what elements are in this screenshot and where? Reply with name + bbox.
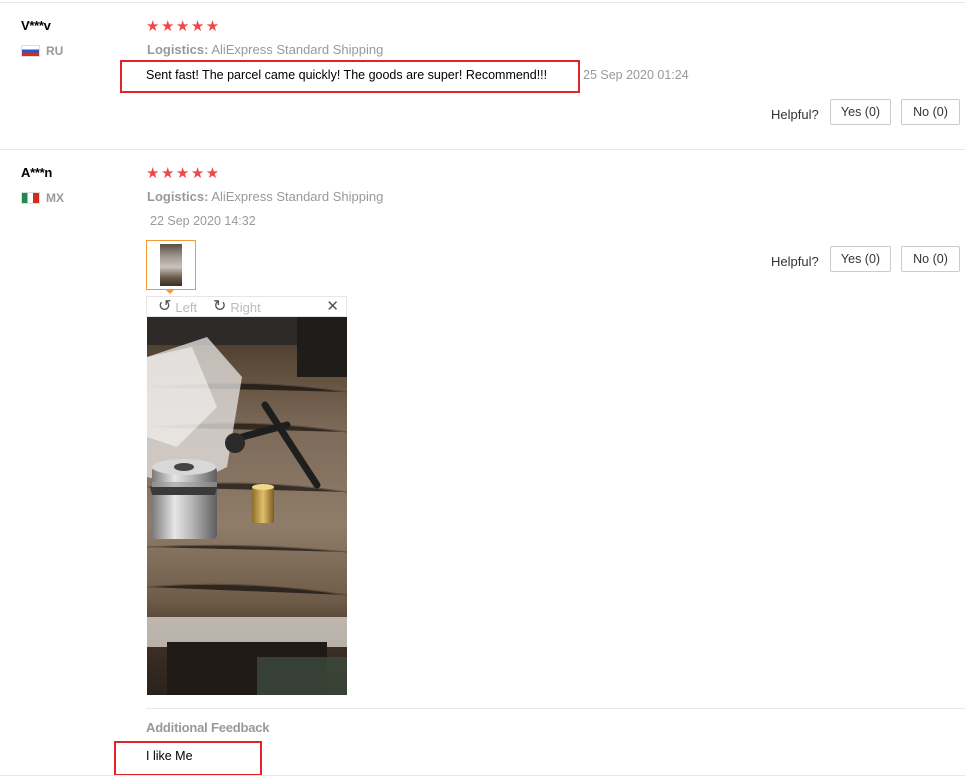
reviewer-country: RU — [21, 44, 63, 58]
rotate-right-label: Right — [230, 299, 261, 315]
helpful-no-button[interactable]: No (0) — [901, 99, 960, 125]
helpful-no-button[interactable]: No (0) — [901, 246, 960, 272]
logistics-value: AliExpress Standard Shipping — [211, 189, 384, 204]
rotate-left-icon: ↺ — [158, 298, 172, 315]
reviewer-name: V***v — [21, 18, 51, 33]
logistics-info: Logistics: AliExpress Standard Shipping — [147, 189, 383, 204]
logistics-value: AliExpress Standard Shipping — [211, 42, 384, 57]
flag-mx-icon — [21, 192, 40, 204]
reviewer-country: MX — [21, 191, 64, 205]
photo-thumbnail[interactable] — [146, 240, 196, 290]
rotate-right-icon: ↻ — [213, 298, 227, 315]
review-photo[interactable] — [147, 317, 347, 695]
highlight-box — [120, 60, 580, 93]
divider — [0, 2, 965, 3]
thumbnail-image — [160, 244, 182, 286]
close-icon[interactable]: ✕ — [326, 297, 339, 315]
review-photo-image — [147, 317, 347, 695]
country-code: MX — [46, 191, 64, 205]
image-viewer-toolbar: ↺ Left ↻ Right ✕ — [146, 296, 347, 317]
rotate-right-button[interactable]: ↻ Right — [213, 299, 261, 315]
logistics-label: Logistics: — [147, 189, 209, 204]
thumbnail-pointer — [165, 289, 175, 294]
divider — [146, 708, 965, 709]
rotate-left-button[interactable]: ↺ Left — [158, 299, 197, 315]
star-rating: ★★★★★ — [146, 18, 221, 35]
star-rating: ★★★★★ — [146, 165, 221, 182]
reviewer-name: A***n — [21, 165, 53, 180]
divider — [0, 149, 965, 150]
review-date: 25 Sep 2020 01:24 — [583, 68, 689, 82]
rotate-left-label: Left — [175, 299, 198, 315]
helpful-label: Helpful? — [771, 254, 819, 269]
logistics-info: Logistics: AliExpress Standard Shipping — [147, 42, 383, 57]
highlight-box — [114, 741, 262, 776]
helpful-yes-button[interactable]: Yes (0) — [830, 246, 891, 272]
flag-ru-icon — [21, 45, 40, 57]
country-code: RU — [46, 44, 64, 58]
additional-feedback-label: Additional Feedback — [146, 720, 270, 735]
logistics-label: Logistics: — [147, 42, 209, 57]
helpful-label: Helpful? — [771, 107, 819, 122]
divider — [0, 775, 965, 776]
review-date: 22 Sep 2020 14:32 — [150, 214, 256, 228]
helpful-yes-button[interactable]: Yes (0) — [830, 99, 891, 125]
